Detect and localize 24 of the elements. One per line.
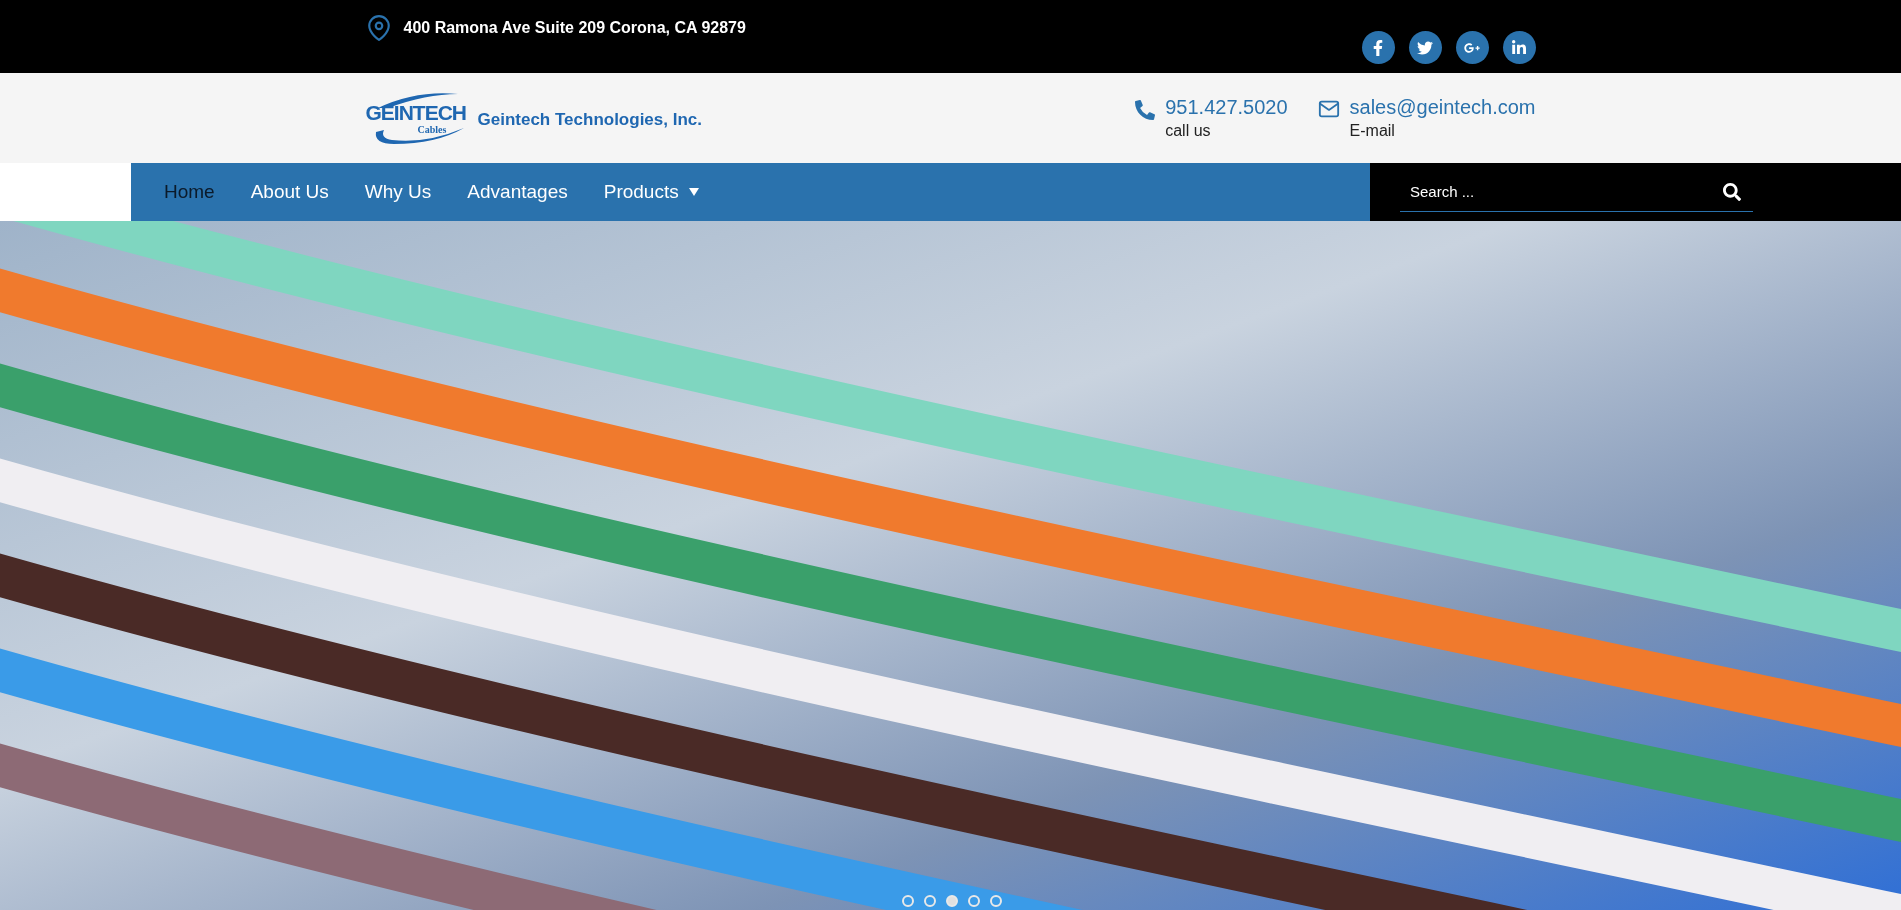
slider-dot[interactable] [902, 895, 914, 907]
twitter-icon[interactable] [1408, 31, 1442, 64]
linkedin-icon[interactable] [1502, 31, 1536, 64]
nav-link[interactable]: Advantages [467, 181, 568, 203]
address-text: 400 Ramona Ave Suite 209 Corona, CA 92879 [403, 18, 746, 37]
slider-dot[interactable] [968, 895, 980, 907]
nav-link[interactable]: Products [603, 181, 699, 203]
contact-label: E-mail [1349, 122, 1396, 140]
contact-label: call us [1165, 122, 1212, 140]
slider-dot[interactable] [990, 895, 1002, 907]
search-icon[interactable] [1723, 183, 1741, 201]
email-link[interactable]: sales@geintech.com [1349, 96, 1536, 119]
facebook-icon[interactable] [1361, 31, 1395, 64]
company-name: Geintech Technologies, Inc. [477, 110, 702, 130]
nav-link[interactable]: About Us [250, 181, 329, 203]
map-pin-icon [365, 14, 392, 41]
search-bar[interactable]: Search ... [1370, 163, 1901, 221]
nav-link[interactable]: Why Us [364, 181, 432, 203]
google-plus-icon[interactable] [1455, 31, 1489, 64]
phone-icon [1135, 100, 1156, 120]
envelope-icon [1317, 98, 1340, 120]
phone-link[interactable]: 951.427.5020 [1165, 96, 1288, 119]
slider-dot[interactable] [924, 895, 936, 907]
nav-link[interactable]: Home [164, 181, 215, 203]
